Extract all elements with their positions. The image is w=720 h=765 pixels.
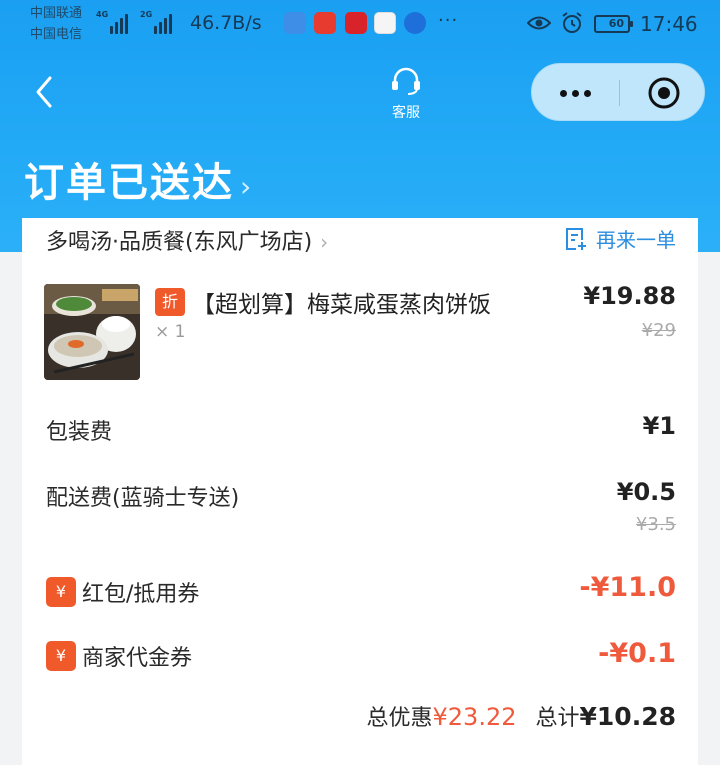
alarm-icon xyxy=(562,12,582,33)
item-original-price: ¥29 xyxy=(641,320,676,341)
status-bar: 中国联通 中国电信 4G 2G 46.7B/s ··· 60 17:46 xyxy=(0,0,720,50)
total-discount-label: 总优惠 xyxy=(366,706,433,731)
capsule-more-button[interactable] xyxy=(532,64,618,122)
delivery-fee-label: 配送费(蓝骑士专送) xyxy=(46,486,240,511)
packaging-fee-price: ¥1 xyxy=(642,412,676,440)
order-detail-card: 多喝汤·品质餐(东风广场店) › 再来一单 折 【超划算】梅菜咸蛋蒸肉饼饭 × 1… xyxy=(22,218,698,765)
order-status-title[interactable]: 订单已送达 › xyxy=(24,150,253,208)
delivery-fee-original-price: ¥3.5 xyxy=(635,514,676,535)
more-notifications-icon: ··· xyxy=(438,10,459,31)
customer-service-button[interactable]: 客服 xyxy=(380,66,432,122)
chevron-right-icon: › xyxy=(240,170,254,203)
packaging-fee-label: 包装费 xyxy=(46,420,113,445)
app-notification-icon xyxy=(404,12,426,34)
mini-program-capsule xyxy=(531,63,705,121)
network-speed: 46.7B/s xyxy=(190,12,262,34)
yuan-badge-icon: ¥ xyxy=(46,577,76,607)
reorder-icon xyxy=(566,227,586,250)
merchant-voucher-row-label: ¥ 商家代金券 xyxy=(46,640,192,672)
target-close-icon xyxy=(648,77,680,109)
capsule-close-button[interactable] xyxy=(620,64,706,122)
store-name-link[interactable]: 多喝汤·品质餐(东风广场店) › xyxy=(46,224,328,256)
coupon-row-label: ¥ 红包/抵用券 xyxy=(46,576,199,608)
eye-comfort-icon xyxy=(527,16,551,30)
clock: 17:46 xyxy=(640,12,698,36)
delivery-fee-price: ¥0.5 xyxy=(616,478,676,506)
total-value: ¥10.28 xyxy=(579,702,676,731)
coupon-label: 红包/抵用券 xyxy=(82,582,200,607)
item-quantity: × 1 xyxy=(155,322,186,342)
order-status-text: 订单已送达 xyxy=(24,160,234,206)
discount-badge: 折 xyxy=(155,288,185,316)
app-notification-icon xyxy=(345,12,367,34)
signal-2-icon: 2G xyxy=(140,10,176,34)
total-discount-value: ¥23.22 xyxy=(432,703,517,731)
app-notification-icon xyxy=(284,12,306,34)
signal-1-icon: 4G xyxy=(96,10,132,34)
food-photo xyxy=(44,284,140,380)
chevron-left-icon xyxy=(36,76,52,108)
carrier-2: 中国电信 xyxy=(30,27,83,42)
store-name: 多喝汤·品质餐(东风广场店) xyxy=(46,230,313,255)
battery-icon: 60 xyxy=(594,15,633,33)
yuan-badge-icon: ¥ xyxy=(46,641,76,671)
food-item-image[interactable] xyxy=(44,284,140,380)
coupon-amount: -¥11.0 xyxy=(579,572,676,603)
back-button[interactable] xyxy=(30,72,62,112)
reorder-label: 再来一单 xyxy=(596,228,676,252)
carrier-1: 中国联通 xyxy=(30,6,83,21)
reorder-button[interactable]: 再来一单 xyxy=(564,224,676,253)
total-label: 总计 xyxy=(535,706,580,731)
merchant-voucher-label: 商家代金券 xyxy=(82,646,193,671)
headset-icon xyxy=(392,67,420,95)
news-app-icon xyxy=(314,12,336,34)
map-app-icon xyxy=(374,12,396,34)
item-name: 【超划算】梅菜咸蛋蒸肉饼饭 xyxy=(192,292,491,318)
merchant-voucher-amount: -¥0.1 xyxy=(598,638,676,669)
chevron-right-icon: › xyxy=(320,230,329,254)
customer-service-label: 客服 xyxy=(392,105,420,121)
item-price: ¥19.88 xyxy=(583,282,676,310)
order-summary: 总优惠¥23.22 总计¥10.28 xyxy=(367,700,677,732)
